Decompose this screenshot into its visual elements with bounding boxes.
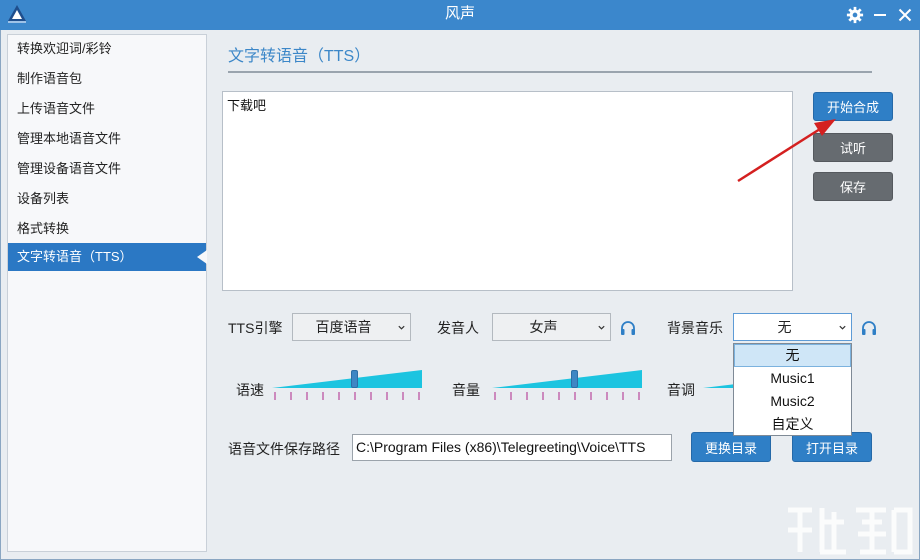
active-pointer xyxy=(197,250,207,264)
dropdown-option-music1[interactable]: Music1 xyxy=(734,367,851,390)
chevron-down-icon xyxy=(839,325,846,330)
slider-track xyxy=(272,370,422,388)
settings-button[interactable] xyxy=(842,0,868,30)
pitch-label: 音调 xyxy=(667,382,695,398)
heading-divider xyxy=(228,71,872,73)
dropdown-option-music2[interactable]: Music2 xyxy=(734,390,851,413)
open-dir-button[interactable]: 打开目录 xyxy=(792,432,872,462)
sidebar-item-tts[interactable]: 文字转语音（TTS） xyxy=(8,243,207,271)
change-dir-button[interactable]: 更换目录 xyxy=(691,432,771,462)
page-title: 文字转语音（TTS） xyxy=(228,48,371,65)
preview-button[interactable]: 试听 xyxy=(813,133,893,162)
headphone-icon[interactable] xyxy=(619,319,637,337)
speaker-label: 发音人 xyxy=(437,320,479,336)
chevron-down-icon xyxy=(598,325,605,330)
window-title: 风声 xyxy=(444,5,475,22)
bg-music-dropdown-list: 无 Music1 Music2 自定义 xyxy=(733,343,852,436)
synthesize-button[interactable]: 开始合成 xyxy=(813,92,893,121)
volume-slider[interactable] xyxy=(492,370,642,402)
bg-music-select-value: 无 xyxy=(777,319,792,335)
speaker-select[interactable]: 女声 xyxy=(492,313,611,341)
sidebar-item-upload-voice[interactable]: 上传语音文件 xyxy=(8,95,206,123)
sidebar-item-format-convert[interactable]: 格式转换 xyxy=(8,215,206,243)
sidebar-item-label: 文字转语音（TTS） xyxy=(17,249,133,264)
sidebar-item-label: 设备列表 xyxy=(17,191,70,206)
settings-gear-icon xyxy=(846,6,864,24)
sidebar: 转换欢迎词/彩铃 制作语音包 上传语音文件 管理本地语音文件 管理设备语音文件 … xyxy=(7,34,207,552)
slider-ticks xyxy=(274,392,420,400)
sidebar-item-welcome-ringtone[interactable]: 转换欢迎词/彩铃 xyxy=(8,35,206,63)
sidebar-item-label: 上传语音文件 xyxy=(17,101,96,116)
dropdown-option-custom[interactable]: 自定义 xyxy=(734,413,851,436)
save-path-label: 语音文件保存路径 xyxy=(228,441,340,457)
sidebar-item-label: 管理设备语音文件 xyxy=(17,161,122,176)
sidebar-item-label: 制作语音包 xyxy=(17,71,83,86)
tts-text-input[interactable]: 下载吧 xyxy=(222,91,793,291)
close-icon xyxy=(898,8,912,22)
engine-select[interactable]: 百度语音 xyxy=(292,313,411,341)
slider-handle[interactable] xyxy=(351,370,358,388)
watermark-logo xyxy=(788,507,913,555)
title-bar: 风声 xyxy=(0,0,920,30)
speed-label: 语速 xyxy=(236,382,264,398)
slider-ticks xyxy=(494,392,640,400)
dropdown-option-none[interactable]: 无 xyxy=(734,344,851,367)
close-button[interactable] xyxy=(892,0,918,30)
speaker-select-value: 女声 xyxy=(529,319,558,335)
engine-select-value: 百度语音 xyxy=(315,319,372,335)
bg-music-select[interactable]: 无 xyxy=(733,313,852,341)
sidebar-item-label: 管理本地语音文件 xyxy=(17,131,122,146)
bg-music-label: 背景音乐 xyxy=(667,320,723,336)
sidebar-item-local-files[interactable]: 管理本地语音文件 xyxy=(8,125,206,153)
volume-label: 音量 xyxy=(452,382,480,398)
save-path-input[interactable]: C:\Program Files (x86)\Telegreeting\Voic… xyxy=(352,434,672,461)
pitch-slider[interactable] xyxy=(703,370,733,402)
engine-label: TTS引擎 xyxy=(228,320,283,336)
sidebar-item-device-files[interactable]: 管理设备语音文件 xyxy=(8,155,206,183)
save-button[interactable]: 保存 xyxy=(813,172,893,201)
sidebar-item-voice-pack[interactable]: 制作语音包 xyxy=(8,65,206,93)
sidebar-item-label: 格式转换 xyxy=(17,221,70,236)
slider-track xyxy=(492,370,642,388)
chevron-down-icon xyxy=(398,325,405,330)
slider-handle[interactable] xyxy=(571,370,578,388)
sidebar-item-label: 转换欢迎词/彩铃 xyxy=(17,41,112,56)
minimize-button[interactable] xyxy=(867,0,893,30)
headphone-icon[interactable] xyxy=(860,319,878,337)
speed-slider[interactable] xyxy=(272,370,422,402)
slider-track xyxy=(703,384,733,388)
sidebar-item-device-list[interactable]: 设备列表 xyxy=(8,185,206,213)
minimize-icon xyxy=(874,14,886,16)
